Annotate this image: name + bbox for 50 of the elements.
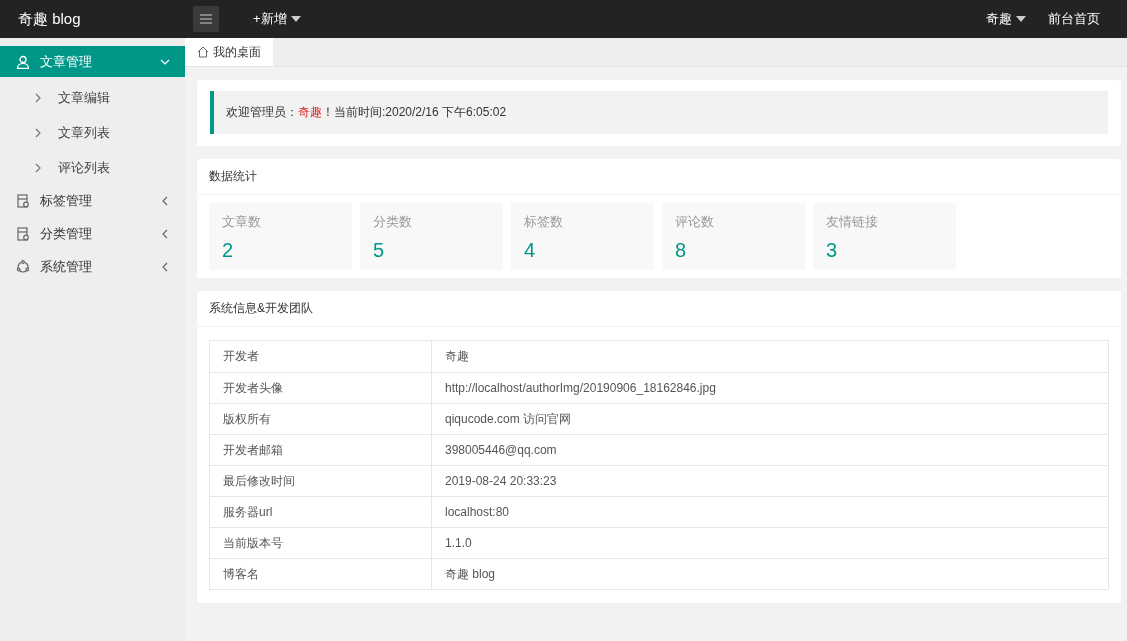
caret-icon: [290, 16, 301, 22]
table-cell: 开发者头像: [210, 373, 432, 403]
stat-label: 评论数: [675, 213, 715, 231]
table-cell: 服务器url: [210, 497, 432, 527]
stat-value: 8: [675, 239, 688, 262]
sidebar-item[interactable]: 标签管理: [0, 185, 185, 216]
sidebar-subitem[interactable]: 评论列表: [0, 150, 185, 185]
stat-label: 标签数: [524, 213, 564, 231]
welcome-message: 欢迎管理员：奇趣！当前时间:2020/2/16 下午6:05:02: [210, 91, 1108, 134]
table-cell: 最后修改时间: [210, 466, 432, 496]
menu-button[interactable]: [193, 6, 219, 32]
home-icon: [197, 46, 209, 58]
stat-label: 友情链接: [826, 213, 879, 231]
stat-value: 4: [524, 239, 537, 262]
tab[interactable]: 我的桌面: [185, 38, 273, 66]
stat-value: 3: [826, 239, 839, 262]
sidebar-item[interactable]: 系统管理: [0, 251, 185, 282]
home-link[interactable]: 前台首页: [1048, 10, 1100, 28]
table-cell: 开发者: [210, 341, 432, 372]
table-cell-text: localhost:80: [444, 504, 511, 521]
stat-label: 文章数: [222, 213, 262, 231]
table-cell-text: 奇趣 blog: [444, 565, 497, 583]
table-cell-text: 1.1.0: [444, 535, 473, 552]
caret-icon: [1016, 16, 1026, 22]
table-cell: 当前版本号: [210, 528, 432, 558]
card-title: 数据统计: [197, 159, 1121, 195]
sidebar-item[interactable]: 分类管理: [0, 218, 185, 249]
table-cell: 博客名: [210, 559, 432, 589]
stat-value: 2: [222, 239, 235, 262]
table-cell-text: http://localhost/authorImg/20190906_18162846.jpg: [444, 380, 717, 397]
document-icon: [16, 193, 30, 208]
user-menu[interactable]: 奇趣: [986, 10, 1026, 28]
stat-value: 5: [373, 239, 386, 262]
stat-label: 分类数: [373, 213, 413, 231]
table-cell-text: 398005446@qq.com: [444, 442, 558, 459]
sidebar-subitem[interactable]: 文章列表: [0, 115, 185, 150]
table-cell: 开发者邮箱: [210, 435, 432, 465]
table-cell-text: 奇趣: [444, 348, 470, 365]
logo[interactable]: 奇趣 blog: [0, 9, 193, 29]
table-cell-text: qiqucode.com 访问官网: [444, 410, 573, 428]
table-cell: 版权所有: [210, 404, 432, 434]
user-icon: [16, 54, 30, 69]
add-menu[interactable]: +新增: [253, 10, 301, 28]
menu-icon: [200, 14, 212, 24]
sidebar-item[interactable]: 文章管理: [0, 46, 185, 77]
sidebar-subitem[interactable]: 文章编辑: [0, 80, 185, 115]
table-cell-text: 2019-08-24 20:33:23: [444, 473, 558, 490]
document-icon: [16, 226, 30, 241]
settings-icon: [16, 259, 30, 274]
card-title: 系统信息&开发团队: [197, 291, 1121, 327]
